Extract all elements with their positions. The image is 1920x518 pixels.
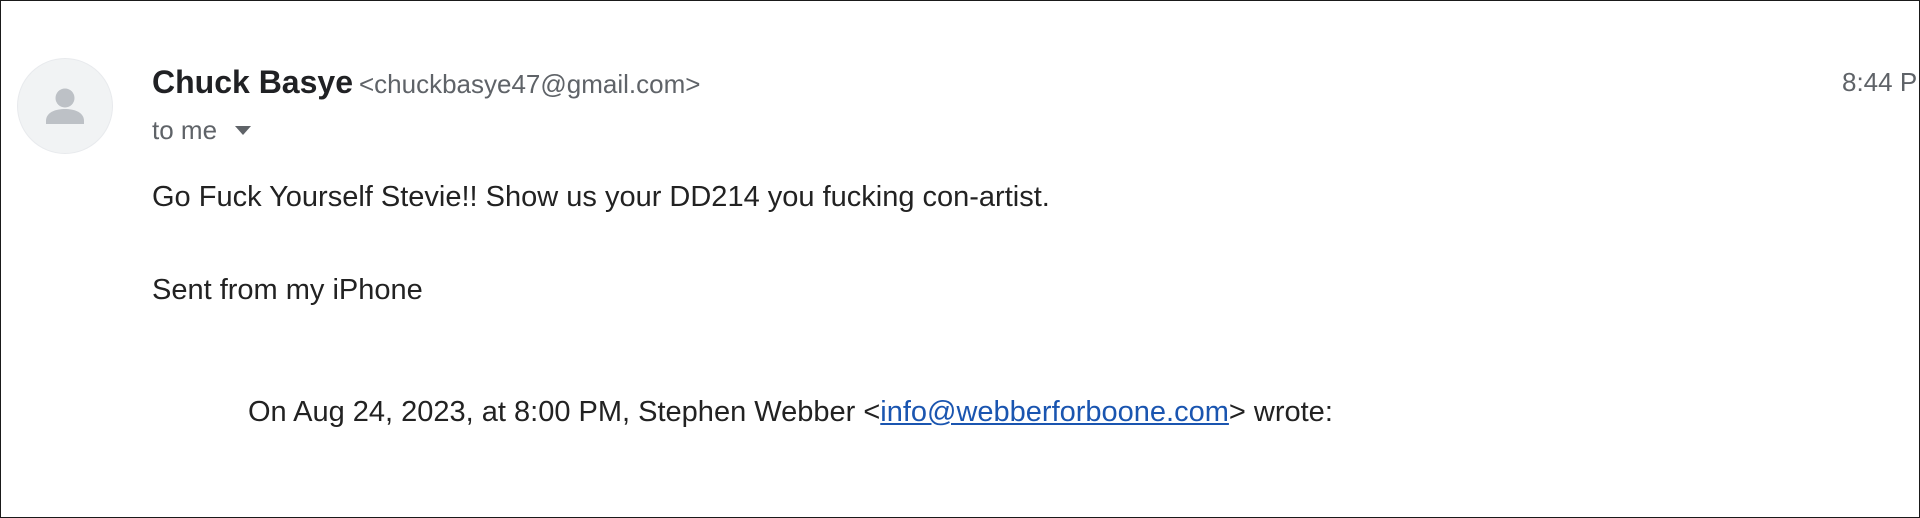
quoted-reply-header: On Aug 24, 2023, at 8:00 PM, Stephen Web… <box>248 392 1333 432</box>
quote-prefix: On Aug 24, 2023, at 8:00 PM, Stephen Web… <box>248 396 881 428</box>
person-avatar-icon <box>46 88 84 124</box>
sender-avatar[interactable] <box>17 58 113 154</box>
quote-suffix: > wrote: <box>1228 396 1333 428</box>
email-message-view: Chuck Basye <chuckbasye47@gmail.com> 8:44… <box>0 0 1920 518</box>
sender-line: Chuck Basye <chuckbasye47@gmail.com> <box>152 62 700 109</box>
recipient-label: to me <box>152 114 218 145</box>
recipient-line: to me <box>152 112 252 148</box>
chevron-down-icon[interactable] <box>235 125 252 135</box>
message-time: 8:44 PM <box>1842 67 1919 97</box>
quote-email-link[interactable]: info@webberforboone.com <box>880 396 1229 428</box>
message-body: Go Fuck Yourself Stevie!! Show us your D… <box>152 181 1050 213</box>
sender-name[interactable]: Chuck Basye <box>152 64 353 100</box>
message-signature: Sent from my iPhone <box>152 274 423 306</box>
sender-email: <chuckbasye47@gmail.com> <box>358 69 701 99</box>
